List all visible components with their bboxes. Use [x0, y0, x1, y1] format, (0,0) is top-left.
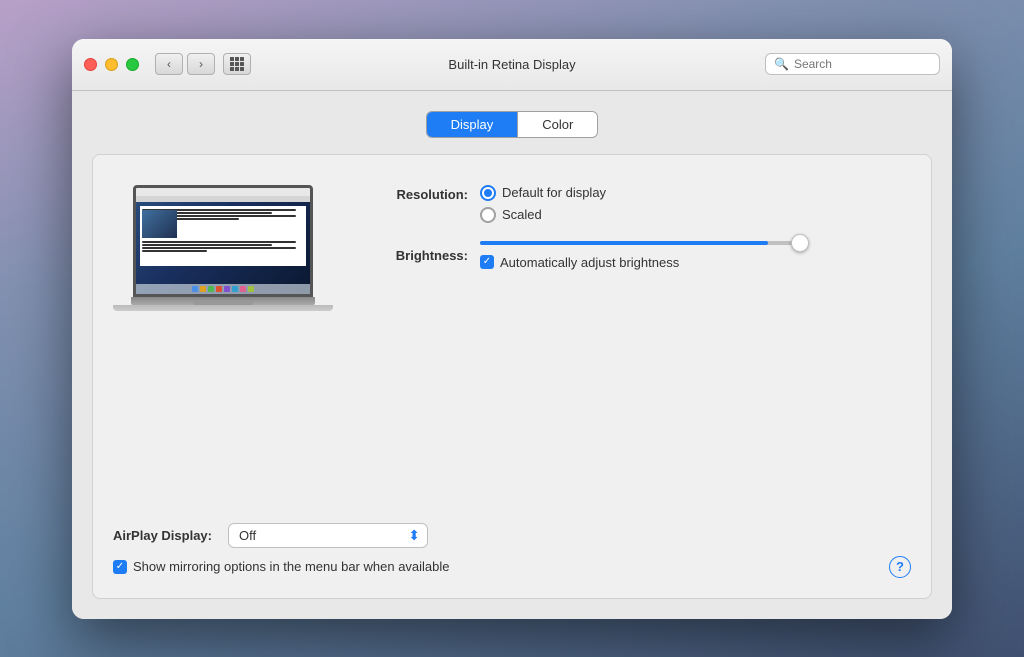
checkmark-icon: ✓ — [483, 257, 491, 267]
system-preferences-window: ‹ › Built-in Retina Display 🔍 Display Co… — [72, 39, 952, 619]
tabs-container: Display Color — [92, 111, 932, 138]
tab-group: Display Color — [426, 111, 599, 138]
brightness-row: Brightness: ✓ — [363, 241, 911, 270]
minimize-button[interactable] — [105, 58, 118, 71]
doc-line — [142, 244, 272, 246]
dock-icon — [240, 286, 246, 292]
slider-thumb[interactable] — [791, 234, 809, 252]
radio-scaled-label: Scaled — [502, 207, 542, 222]
brightness-label: Brightness: — [363, 248, 468, 263]
airplay-label: AirPlay Display: — [113, 528, 212, 543]
laptop — [113, 185, 333, 311]
screen-inner — [136, 188, 310, 294]
mirroring-row: ✓ Show mirroring options in the menu bar… — [113, 556, 911, 578]
brightness-slider[interactable] — [480, 241, 800, 245]
help-button[interactable]: ? — [889, 556, 911, 578]
controls-area: Resolution: Default for display Scaled — [363, 175, 911, 280]
laptop-bottom — [113, 305, 333, 311]
slider-container: ✓ Automatically adjust brightness — [480, 241, 800, 270]
mirroring-left: ✓ Show mirroring options in the menu bar… — [113, 559, 450, 574]
slider-track — [480, 241, 800, 245]
screen-image — [142, 210, 177, 238]
back-button[interactable]: ‹ — [155, 53, 183, 75]
main-panel: Resolution: Default for display Scaled — [92, 154, 932, 599]
airplay-select[interactable]: Off On — [228, 523, 428, 548]
airplay-select-wrapper: Off On ⬍ — [228, 523, 428, 548]
dock-icon — [200, 286, 206, 292]
tab-display[interactable]: Display — [427, 112, 519, 137]
laptop-illustration — [113, 185, 333, 311]
dock-icon — [208, 286, 214, 292]
close-button[interactable] — [84, 58, 97, 71]
doc-line — [142, 247, 296, 249]
auto-brightness-row: ✓ Automatically adjust brightness — [480, 255, 800, 270]
titlebar: ‹ › Built-in Retina Display 🔍 — [72, 39, 952, 91]
screen-doc — [140, 206, 306, 266]
mirroring-label: Show mirroring options in the menu bar w… — [133, 559, 450, 574]
radio-scaled[interactable]: Scaled — [480, 207, 606, 223]
slider-fill — [480, 241, 768, 245]
search-input[interactable] — [794, 57, 931, 71]
resolution-label: Resolution: — [363, 185, 468, 202]
laptop-screen — [133, 185, 313, 297]
screen-dock — [136, 284, 310, 294]
dock-icon — [216, 286, 222, 292]
panel-content: Resolution: Default for display Scaled — [113, 175, 911, 503]
auto-brightness-checkbox[interactable]: ✓ — [480, 255, 494, 269]
grid-icon — [230, 57, 244, 71]
screen-menubar — [136, 188, 310, 196]
dock-icon — [224, 286, 230, 292]
dock-icon — [232, 286, 238, 292]
dock-icon — [248, 286, 254, 292]
window-title: Built-in Retina Display — [448, 57, 575, 72]
back-icon: ‹ — [167, 57, 171, 71]
grid-view-button[interactable] — [223, 53, 251, 75]
mirroring-checkbox[interactable]: ✓ — [113, 560, 127, 574]
radio-default-button[interactable] — [480, 185, 496, 201]
tab-color[interactable]: Color — [518, 112, 597, 137]
forward-icon: › — [199, 57, 203, 71]
radio-default-inner — [484, 189, 492, 197]
forward-button[interactable]: › — [187, 53, 215, 75]
nav-buttons: ‹ › — [155, 53, 215, 75]
search-bar[interactable]: 🔍 — [765, 53, 940, 75]
resolution-options: Default for display Scaled — [480, 185, 606, 223]
traffic-lights — [84, 58, 139, 71]
mirroring-checkmark: ✓ — [116, 562, 124, 572]
maximize-button[interactable] — [126, 58, 139, 71]
dock-icon — [192, 286, 198, 292]
auto-brightness-label: Automatically adjust brightness — [500, 255, 679, 270]
bottom-bar: AirPlay Display: Off On ⬍ — [113, 519, 911, 548]
radio-default-label: Default for display — [502, 185, 606, 200]
resolution-row: Resolution: Default for display Scaled — [363, 185, 911, 223]
radio-default[interactable]: Default for display — [480, 185, 606, 201]
doc-line — [142, 250, 207, 252]
search-icon: 🔍 — [774, 57, 789, 71]
radio-scaled-button[interactable] — [480, 207, 496, 223]
screen-toolbar — [136, 196, 310, 202]
laptop-base — [131, 297, 315, 305]
content-area: Display Color — [72, 91, 952, 619]
doc-line — [142, 241, 296, 243]
